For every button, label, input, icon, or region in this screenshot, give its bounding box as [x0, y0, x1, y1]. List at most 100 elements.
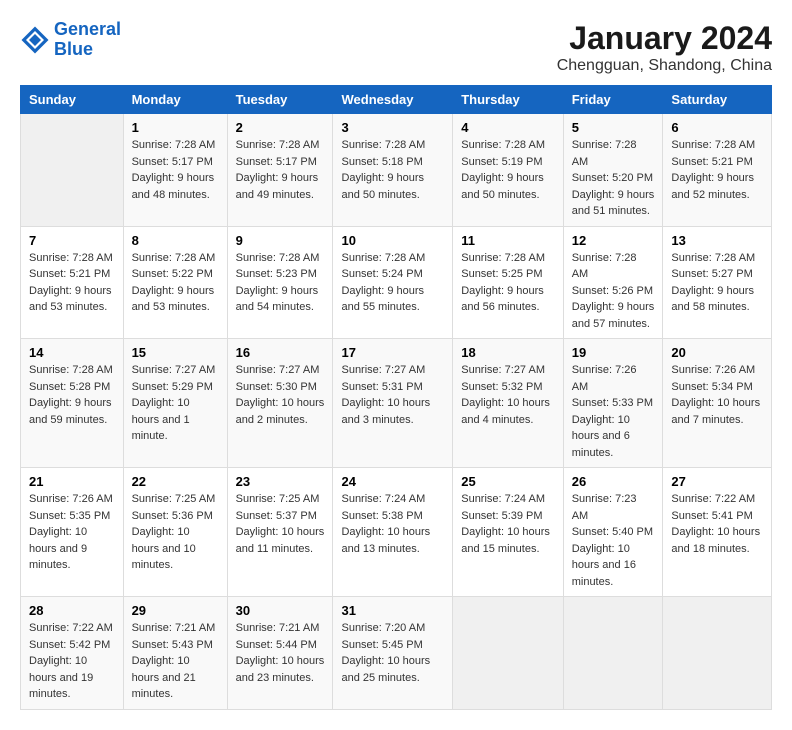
calendar-cell: 2 Sunrise: 7:28 AMSunset: 5:17 PMDayligh…	[227, 114, 333, 227]
calendar-cell	[563, 597, 663, 710]
calendar-cell: 16 Sunrise: 7:27 AMSunset: 5:30 PMDaylig…	[227, 339, 333, 468]
calendar-cell: 11 Sunrise: 7:28 AMSunset: 5:25 PMDaylig…	[453, 226, 563, 339]
calendar-cell: 6 Sunrise: 7:28 AMSunset: 5:21 PMDayligh…	[663, 114, 772, 227]
logo-icon	[20, 25, 50, 55]
day-info: Sunrise: 7:26 AMSunset: 5:34 PMDaylight:…	[671, 362, 763, 428]
day-number: 28	[29, 603, 115, 618]
day-info: Sunrise: 7:25 AMSunset: 5:36 PMDaylight:…	[132, 491, 219, 574]
calendar-cell: 5 Sunrise: 7:28 AMSunset: 5:20 PMDayligh…	[563, 114, 663, 227]
day-info: Sunrise: 7:21 AMSunset: 5:44 PMDaylight:…	[236, 620, 325, 686]
calendar-subtitle: Chengguan, Shandong, China	[557, 57, 772, 75]
calendar-cell: 3 Sunrise: 7:28 AMSunset: 5:18 PMDayligh…	[333, 114, 453, 227]
calendar-cell	[663, 597, 772, 710]
week-row-3: 14 Sunrise: 7:28 AMSunset: 5:28 PMDaylig…	[21, 339, 772, 468]
calendar-cell: 17 Sunrise: 7:27 AMSunset: 5:31 PMDaylig…	[333, 339, 453, 468]
calendar-cell	[21, 114, 124, 227]
week-row-1: 1 Sunrise: 7:28 AMSunset: 5:17 PMDayligh…	[21, 114, 772, 227]
calendar-cell: 23 Sunrise: 7:25 AMSunset: 5:37 PMDaylig…	[227, 468, 333, 597]
week-row-5: 28 Sunrise: 7:22 AMSunset: 5:42 PMDaylig…	[21, 597, 772, 710]
column-header-thursday: Thursday	[453, 86, 563, 114]
calendar-cell: 28 Sunrise: 7:22 AMSunset: 5:42 PMDaylig…	[21, 597, 124, 710]
day-number: 11	[461, 233, 554, 248]
day-number: 23	[236, 474, 325, 489]
calendar-cell: 22 Sunrise: 7:25 AMSunset: 5:36 PMDaylig…	[123, 468, 227, 597]
calendar-cell: 19 Sunrise: 7:26 AMSunset: 5:33 PMDaylig…	[563, 339, 663, 468]
logo: General Blue	[20, 20, 121, 60]
day-number: 29	[132, 603, 219, 618]
week-row-4: 21 Sunrise: 7:26 AMSunset: 5:35 PMDaylig…	[21, 468, 772, 597]
day-number: 10	[341, 233, 444, 248]
day-info: Sunrise: 7:20 AMSunset: 5:45 PMDaylight:…	[341, 620, 444, 686]
calendar-table: SundayMondayTuesdayWednesdayThursdayFrid…	[20, 85, 772, 710]
day-info: Sunrise: 7:24 AMSunset: 5:39 PMDaylight:…	[461, 491, 554, 557]
day-number: 25	[461, 474, 554, 489]
day-number: 5	[572, 120, 655, 135]
calendar-cell: 13 Sunrise: 7:28 AMSunset: 5:27 PMDaylig…	[663, 226, 772, 339]
day-number: 27	[671, 474, 763, 489]
day-number: 18	[461, 345, 554, 360]
calendar-cell: 26 Sunrise: 7:23 AMSunset: 5:40 PMDaylig…	[563, 468, 663, 597]
day-number: 20	[671, 345, 763, 360]
day-number: 30	[236, 603, 325, 618]
day-number: 16	[236, 345, 325, 360]
day-number: 21	[29, 474, 115, 489]
day-number: 12	[572, 233, 655, 248]
calendar-cell: 31 Sunrise: 7:20 AMSunset: 5:45 PMDaylig…	[333, 597, 453, 710]
day-info: Sunrise: 7:28 AMSunset: 5:17 PMDaylight:…	[236, 137, 325, 203]
column-header-friday: Friday	[563, 86, 663, 114]
day-number: 17	[341, 345, 444, 360]
day-info: Sunrise: 7:28 AMSunset: 5:17 PMDaylight:…	[132, 137, 219, 203]
week-row-2: 7 Sunrise: 7:28 AMSunset: 5:21 PMDayligh…	[21, 226, 772, 339]
calendar-cell: 14 Sunrise: 7:28 AMSunset: 5:28 PMDaylig…	[21, 339, 124, 468]
day-info: Sunrise: 7:28 AMSunset: 5:23 PMDaylight:…	[236, 250, 325, 316]
day-number: 1	[132, 120, 219, 135]
calendar-cell: 25 Sunrise: 7:24 AMSunset: 5:39 PMDaylig…	[453, 468, 563, 597]
day-number: 9	[236, 233, 325, 248]
day-info: Sunrise: 7:27 AMSunset: 5:29 PMDaylight:…	[132, 362, 219, 445]
calendar-cell: 7 Sunrise: 7:28 AMSunset: 5:21 PMDayligh…	[21, 226, 124, 339]
page-header: General Blue January 2024 Chengguan, Sha…	[20, 20, 772, 75]
day-number: 8	[132, 233, 219, 248]
calendar-cell	[453, 597, 563, 710]
calendar-title: January 2024	[557, 20, 772, 57]
calendar-cell: 8 Sunrise: 7:28 AMSunset: 5:22 PMDayligh…	[123, 226, 227, 339]
day-info: Sunrise: 7:21 AMSunset: 5:43 PMDaylight:…	[132, 620, 219, 703]
column-header-saturday: Saturday	[663, 86, 772, 114]
day-info: Sunrise: 7:26 AMSunset: 5:35 PMDaylight:…	[29, 491, 115, 574]
day-info: Sunrise: 7:22 AMSunset: 5:42 PMDaylight:…	[29, 620, 115, 703]
day-info: Sunrise: 7:27 AMSunset: 5:30 PMDaylight:…	[236, 362, 325, 428]
calendar-cell: 9 Sunrise: 7:28 AMSunset: 5:23 PMDayligh…	[227, 226, 333, 339]
calendar-cell: 18 Sunrise: 7:27 AMSunset: 5:32 PMDaylig…	[453, 339, 563, 468]
day-info: Sunrise: 7:22 AMSunset: 5:41 PMDaylight:…	[671, 491, 763, 557]
day-info: Sunrise: 7:28 AMSunset: 5:28 PMDaylight:…	[29, 362, 115, 428]
day-info: Sunrise: 7:28 AMSunset: 5:22 PMDaylight:…	[132, 250, 219, 316]
column-header-monday: Monday	[123, 86, 227, 114]
day-number: 2	[236, 120, 325, 135]
day-number: 22	[132, 474, 219, 489]
day-info: Sunrise: 7:28 AMSunset: 5:20 PMDaylight:…	[572, 137, 655, 220]
day-info: Sunrise: 7:27 AMSunset: 5:32 PMDaylight:…	[461, 362, 554, 428]
day-number: 31	[341, 603, 444, 618]
calendar-cell: 30 Sunrise: 7:21 AMSunset: 5:44 PMDaylig…	[227, 597, 333, 710]
day-info: Sunrise: 7:27 AMSunset: 5:31 PMDaylight:…	[341, 362, 444, 428]
day-number: 24	[341, 474, 444, 489]
calendar-cell: 10 Sunrise: 7:28 AMSunset: 5:24 PMDaylig…	[333, 226, 453, 339]
calendar-cell: 24 Sunrise: 7:24 AMSunset: 5:38 PMDaylig…	[333, 468, 453, 597]
day-info: Sunrise: 7:28 AMSunset: 5:18 PMDaylight:…	[341, 137, 444, 203]
column-header-tuesday: Tuesday	[227, 86, 333, 114]
day-number: 6	[671, 120, 763, 135]
day-number: 13	[671, 233, 763, 248]
day-info: Sunrise: 7:28 AMSunset: 5:21 PMDaylight:…	[29, 250, 115, 316]
calendar-cell: 27 Sunrise: 7:22 AMSunset: 5:41 PMDaylig…	[663, 468, 772, 597]
calendar-cell: 29 Sunrise: 7:21 AMSunset: 5:43 PMDaylig…	[123, 597, 227, 710]
day-number: 14	[29, 345, 115, 360]
day-number: 7	[29, 233, 115, 248]
day-info: Sunrise: 7:28 AMSunset: 5:24 PMDaylight:…	[341, 250, 444, 316]
calendar-cell: 1 Sunrise: 7:28 AMSunset: 5:17 PMDayligh…	[123, 114, 227, 227]
day-number: 26	[572, 474, 655, 489]
day-info: Sunrise: 7:26 AMSunset: 5:33 PMDaylight:…	[572, 362, 655, 461]
day-info: Sunrise: 7:28 AMSunset: 5:27 PMDaylight:…	[671, 250, 763, 316]
calendar-cell: 21 Sunrise: 7:26 AMSunset: 5:35 PMDaylig…	[21, 468, 124, 597]
day-info: Sunrise: 7:28 AMSunset: 5:21 PMDaylight:…	[671, 137, 763, 203]
column-header-wednesday: Wednesday	[333, 86, 453, 114]
